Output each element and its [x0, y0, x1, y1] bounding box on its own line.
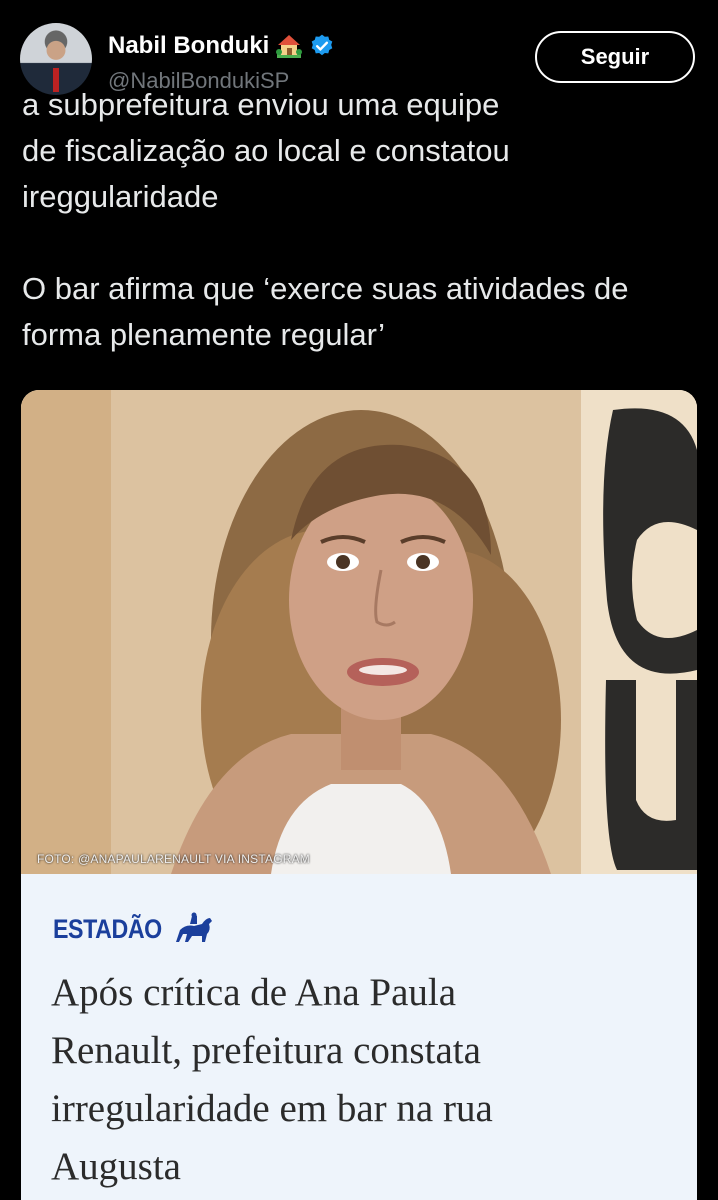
tweet-line: O bar afirma que ‘exerce suas atividades… [22, 271, 629, 306]
tweet-text: a subprefeitura enviou uma equipe de fis… [22, 87, 702, 358]
headline-line: Renault, prefeitura constata [51, 1029, 481, 1072]
headline-line: Após crítica de Ana Paula [51, 971, 457, 1014]
tweet-line: forma plenamente regular’ [22, 317, 386, 352]
tweet-line: de fiscalização ao local e constatou [22, 133, 510, 168]
photo-credit: FOTO: @ANAPAULARENAULT VIA INSTAGRAM [37, 852, 310, 866]
article-photo[interactable]: FOTO: @ANAPAULARENAULT VIA INSTAGRAM [21, 390, 697, 874]
tweet-media[interactable]: FOTO: @ANAPAULARENAULT VIA INSTAGRAM EST… [21, 390, 697, 1200]
headline-line: Augusta [51, 1145, 181, 1188]
brand-row: ESTADÃO [53, 912, 216, 946]
verified-badge-icon [309, 33, 335, 59]
author-name[interactable]: Nabil Bonduki [108, 32, 269, 60]
tweet-line: a subprefeitura enviou uma equipe [22, 87, 500, 122]
article-headline[interactable]: Após crítica de Ana Paula Renault, prefe… [51, 964, 671, 1196]
tweet-line: ireggularidade [22, 179, 219, 214]
article-card[interactable]: ESTADÃO Após crítica de Ana Paula Renaul… [21, 874, 697, 1200]
house-with-garden-icon [275, 32, 303, 60]
follow-button[interactable]: Seguir [535, 31, 695, 83]
headline-line: irregularidade em bar na rua [51, 1087, 493, 1130]
publisher-name: ESTADÃO [53, 913, 162, 944]
horse-rider-icon [172, 912, 216, 946]
author-row: Nabil Bonduki [108, 28, 335, 64]
